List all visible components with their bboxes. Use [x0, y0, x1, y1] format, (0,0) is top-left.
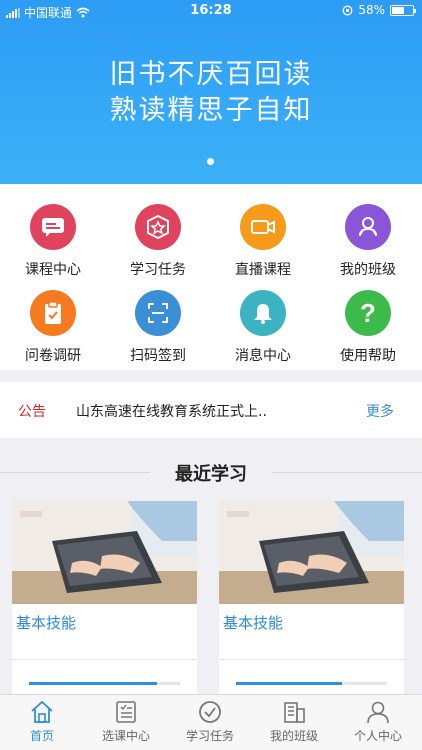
course-select-icon: [116, 701, 136, 723]
battery-percent: 58%: [358, 3, 385, 17]
person-icon: [367, 701, 389, 724]
tab-my-class[interactable]: 我的班级: [252, 699, 336, 744]
function-grid: 课程中心 学习任务 直播课程 我的班级 问卷调研 扫码签到 消息中心 ? 使用帮…: [0, 184, 422, 370]
progress-fill: [236, 682, 342, 685]
clipboard-check-icon: [30, 290, 76, 336]
status-bar: 中国联通 16:28 58%: [0, 0, 422, 22]
grid-label: 课程中心: [25, 262, 81, 278]
grid-item-my-class[interactable]: 我的班级: [318, 204, 418, 279]
grid-label: 扫码签到: [130, 348, 186, 364]
badge-star-icon: [135, 204, 181, 250]
grid-item-live-course[interactable]: 直播课程: [213, 204, 313, 279]
group-icon: [345, 204, 391, 250]
notice-more-link[interactable]: 更多: [366, 401, 394, 421]
course-card[interactable]: 基本技能: [219, 501, 404, 701]
battery-icon: [390, 4, 416, 16]
progress-track: [236, 682, 387, 685]
card-divider: [219, 659, 404, 660]
grid-label: 问卷调研: [25, 348, 81, 364]
check-circle-icon: [199, 701, 221, 723]
grid-label: 我的班级: [340, 262, 396, 278]
tab-label: 我的班级: [269, 729, 318, 743]
notice-bar[interactable]: 公告 山东高速在线教育系统正式上.. 更多: [0, 382, 422, 438]
scan-icon: [135, 290, 181, 336]
card-divider: [12, 659, 197, 660]
grid-item-help[interactable]: ? 使用帮助: [318, 290, 418, 365]
video-camera-icon: [240, 204, 286, 250]
tab-home[interactable]: 首页: [0, 699, 84, 744]
tab-course-select[interactable]: 选课中心: [84, 699, 168, 744]
progress-fill: [29, 682, 158, 685]
grid-item-message-center[interactable]: 消息中心: [213, 290, 313, 365]
course-card[interactable]: 基本技能: [12, 501, 197, 701]
banner-slogan-line2: 熟读精思子自知: [109, 95, 313, 126]
carousel-indicator[interactable]: [207, 158, 214, 165]
tab-label: 学习任务: [185, 729, 234, 743]
course-title: 基本技能: [16, 614, 77, 632]
progress-track: [29, 682, 180, 685]
tab-bar: 首页 选课中心 学习任务 我的班级 个人中心: [0, 694, 422, 750]
grid-label: 消息中心: [235, 348, 291, 364]
bell-icon: [240, 290, 286, 336]
notice-text[interactable]: 山东高速在线教育系统正式上..: [76, 401, 267, 421]
orientation-lock-icon: [342, 5, 353, 15]
building-icon: [284, 702, 305, 723]
banner[interactable]: 中国联通 16:28 58% 旧书不厌百回读 熟读精思子自知: [0, 0, 422, 184]
grid-item-scan-checkin[interactable]: 扫码签到: [108, 290, 208, 365]
chat-card-icon: [30, 204, 76, 250]
course-title: 基本技能: [223, 614, 284, 632]
section-divider-right: [272, 472, 422, 473]
recent-section-title: 最近学习: [175, 464, 247, 485]
tab-personal-center[interactable]: 个人中心: [336, 699, 420, 744]
question-icon: ?: [345, 290, 391, 336]
grid-item-course-center[interactable]: 课程中心: [3, 204, 103, 279]
tab-label: 首页: [29, 729, 54, 743]
tab-label: 个人中心: [353, 729, 402, 743]
course-thumbnail: [219, 501, 404, 604]
grid-label: 使用帮助: [340, 348, 396, 364]
tab-study-task[interactable]: 学习任务: [168, 699, 252, 744]
grid-label: 直播课程: [235, 262, 291, 278]
grid-item-study-task[interactable]: 学习任务: [108, 204, 208, 279]
tab-label: 选课中心: [101, 729, 150, 743]
notice-tag: 公告: [18, 404, 46, 420]
banner-slogan-line1: 旧书不厌百回读: [109, 59, 313, 90]
home-icon: [31, 700, 53, 723]
grid-item-survey[interactable]: 问卷调研: [3, 290, 103, 365]
course-thumbnail: [12, 501, 197, 604]
grid-label: 学习任务: [130, 262, 186, 278]
